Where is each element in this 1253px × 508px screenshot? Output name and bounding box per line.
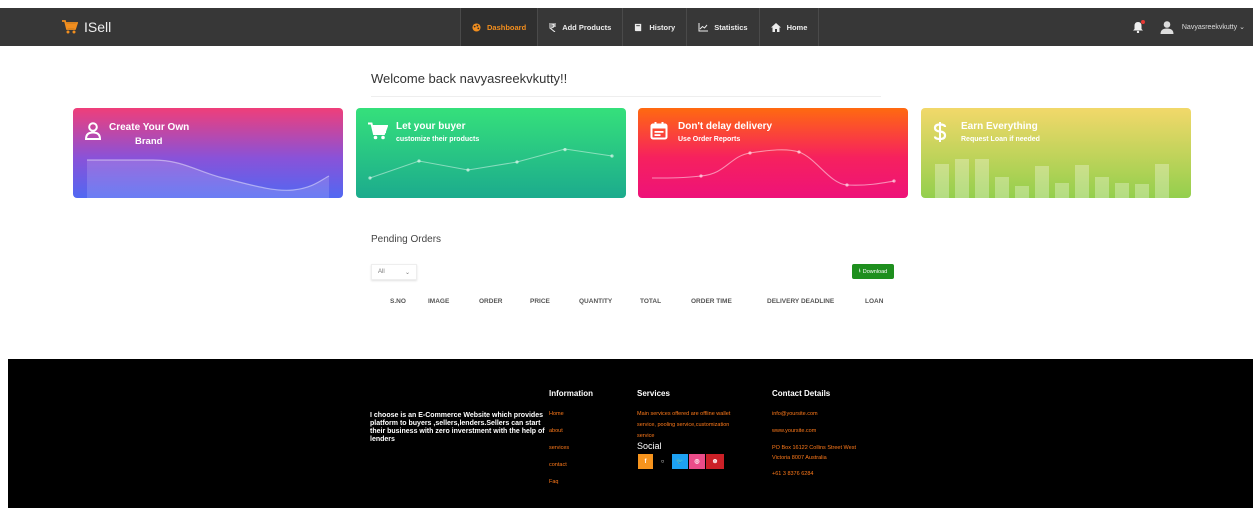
notification-bell[interactable] (1132, 20, 1145, 34)
col-loan: LOAN (865, 298, 884, 305)
col-quantity: QUANTITY (579, 298, 613, 305)
footer-link-services[interactable]: services (549, 445, 569, 451)
card-create-brand-wave (87, 159, 330, 198)
download-button[interactable]: ⭳ Download (852, 264, 894, 279)
footer-contact-website[interactable]: www.yoursite.com (772, 428, 816, 434)
user-name: Navyasreekvkutty (1181, 23, 1238, 31)
footer-contact-heading: Contact Details (772, 389, 831, 398)
footer-contact-email[interactable]: info@yoursite.com (772, 411, 818, 417)
card-delivery[interactable]: Don't delay delivery Use Order Reports (638, 108, 908, 198)
nav-add-products[interactable]: Add Products (538, 8, 624, 46)
footer-information-heading: Information (549, 389, 593, 398)
card-create-brand[interactable]: Create Your Own Brand (73, 108, 343, 198)
calendar-icon (650, 122, 668, 140)
col-price: PRICE (530, 298, 550, 305)
card-customize-subtitle: customize their products (396, 136, 480, 143)
footer-contact-phone: +61 3 8376 6284 (772, 471, 814, 477)
twitter-icon[interactable]: 🐦 (672, 454, 688, 469)
user-caret-icon: ⌄ (1239, 24, 1245, 31)
book-icon (635, 23, 642, 31)
orders-filter-select[interactable]: All ⌄ (371, 264, 417, 280)
user-avatar-icon[interactable] (1160, 20, 1174, 34)
pinterest-icon[interactable]: ⊛ (706, 454, 724, 469)
card-earn-subtitle: Request Loan if needed (961, 136, 1040, 143)
welcome-divider (371, 96, 881, 97)
footer-link-faq[interactable]: Faq (549, 479, 558, 485)
card-earn-bars (935, 159, 1169, 198)
main-nav: Dashboard Add Products History Statistic… (460, 8, 820, 46)
dollar-icon (933, 122, 947, 142)
navbar: ISell Dashboard Add Products History Sta… (0, 8, 1253, 46)
footer-services-line-2: service, pooling service,customization (637, 422, 730, 428)
col-order: ORDER (479, 298, 503, 305)
nav-dashboard-label: Dashboard (487, 22, 527, 32)
card-create-brand-title: Create Your Own (109, 122, 190, 133)
pending-orders-title: Pending Orders (371, 234, 442, 245)
footer-about: I choose is an E-Commerce Website which … (370, 412, 545, 443)
dribbble-icon[interactable]: ◎ (689, 454, 705, 469)
orders-filter-value: All (378, 269, 385, 275)
footer-link-home[interactable]: Home (549, 411, 564, 417)
nav-statistics-label: Statistics (714, 22, 748, 32)
footer-contact-address-1: PO Box 16122 Collins Street West (772, 445, 856, 451)
notification-dot (1140, 20, 1145, 24)
footer-contact-address-2: Victoria 8007 Australia (772, 455, 827, 461)
card-delivery-subtitle: Use Order Reports (678, 136, 741, 143)
brand[interactable]: ISell (62, 18, 111, 36)
footer-social-heading: Social (637, 441, 662, 451)
chart-line-icon (698, 22, 709, 31)
card-delivery-title: Don't delay delivery (678, 121, 773, 132)
footer-services-line-1: Main services offered are offline wallet (637, 411, 731, 417)
col-image: IMAGE (428, 298, 450, 305)
download-label: Download (862, 268, 888, 275)
nav-dashboard[interactable]: Dashboard (460, 8, 539, 46)
card-earn-title: Earn Everything (961, 121, 1038, 132)
chevron-down-icon: ⌄ (404, 269, 410, 276)
user-icon (85, 122, 101, 140)
card-customize-title: Let your buyer (396, 121, 466, 132)
nav-home-label: Home (786, 22, 808, 32)
nav-add-products-label: Add Products (562, 22, 612, 32)
col-sno: S.NO (390, 298, 406, 305)
top-strip (0, 0, 1253, 8)
card-earn[interactable]: Earn Everything Request Loan if needed (921, 108, 1191, 198)
home-icon (770, 22, 781, 32)
palette-icon (472, 22, 481, 32)
nav-right: Navyasreekvkutty ⌄ (1132, 8, 1245, 46)
col-delivery-deadline: DELIVERY DEADLINE (767, 298, 835, 305)
brand-name: ISell (84, 19, 112, 35)
welcome-message: Welcome back navyasreekvkutty!! (371, 71, 568, 86)
download-icon: ⭳ (858, 268, 861, 274)
card-delivery-curve (651, 149, 896, 187)
card-customize[interactable]: Let your buyer customize their products (356, 108, 626, 198)
nav-statistics[interactable]: Statistics (687, 8, 760, 46)
facebook-icon[interactable]: f (638, 454, 653, 469)
footer-link-contact[interactable]: contact (549, 462, 567, 468)
col-order-time: ORDER TIME (691, 298, 732, 305)
github-icon[interactable]: ○ (655, 454, 670, 469)
nav-home[interactable]: Home (760, 8, 820, 46)
nav-history-label: History (649, 22, 676, 32)
user-menu[interactable]: Navyasreekvkutty ⌄ (1181, 23, 1245, 32)
footer-services-line-3: service (637, 433, 655, 439)
rupee-icon (549, 22, 557, 32)
cart-icon (62, 20, 78, 34)
card-customize-sparkline (368, 148, 614, 180)
footer-services-heading: Services (637, 389, 670, 398)
col-total: TOTAL (640, 298, 662, 305)
card-create-brand-subtitle: Brand (135, 136, 163, 147)
nav-history[interactable]: History (623, 8, 688, 46)
footer-link-about[interactable]: about (549, 428, 563, 434)
cart-icon (368, 122, 388, 140)
footer: I choose is an E-Commerce Website which … (8, 359, 1253, 508)
